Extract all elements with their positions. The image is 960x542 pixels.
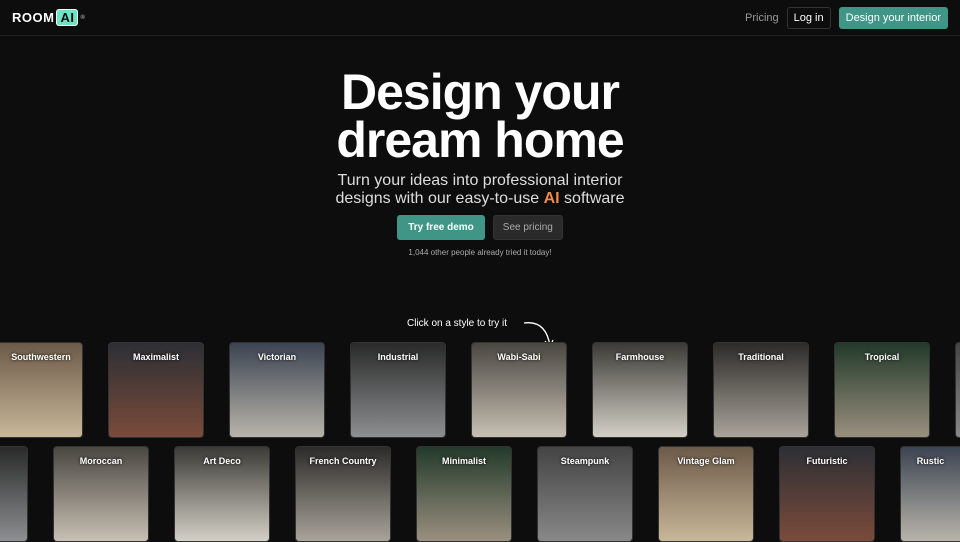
style-card[interactable]: Art Deco [174, 446, 270, 542]
style-card[interactable]: French Country [295, 446, 391, 542]
style-card[interactable] [955, 342, 960, 438]
style-card-label: Steampunk [560, 456, 610, 466]
style-card[interactable]: Maximalist [108, 342, 204, 438]
style-card-label: Minimalist [441, 456, 486, 466]
style-card-label: Art Deco [203, 456, 241, 466]
style-card-label: Vintage Glam [677, 456, 735, 466]
logo[interactable]: ROOM AI ® [12, 9, 85, 26]
login-button[interactable]: Log in [786, 6, 831, 29]
style-card-label: Rustic [916, 456, 945, 466]
style-card-label: Victorian [257, 352, 297, 362]
style-card[interactable]: Steampunk [537, 446, 633, 542]
subtitle: Turn your ideas into professional interi… [335, 172, 625, 207]
style-card[interactable]: Victorian [229, 342, 325, 438]
style-card[interactable]: Moroccan [53, 446, 149, 542]
style-card-label: Moroccan [79, 456, 123, 466]
style-card-label: Industrial [377, 352, 419, 362]
social-proof: 1,044 other people already tried it toda… [408, 248, 552, 257]
style-card-label: Farmhouse [615, 352, 665, 362]
try-demo-button[interactable]: Try free demo [397, 215, 485, 240]
style-card[interactable]: Farmhouse [592, 342, 688, 438]
style-card-label: Southwestern [11, 352, 71, 362]
style-card-label: Tropical [864, 352, 900, 362]
see-pricing-button[interactable]: See pricing [492, 215, 563, 240]
style-card[interactable]: Wabi-Sabi [471, 342, 567, 438]
page-title: Design your dream home [336, 64, 624, 168]
style-card[interactable]: Traditional [713, 342, 809, 438]
style-card[interactable]: Futuristic [779, 446, 875, 542]
style-card-label: Wabi-Sabi [497, 352, 541, 362]
style-card[interactable]: Vintage Glam [658, 446, 754, 542]
style-card-label: French Country [309, 456, 377, 466]
style-card[interactable]: Tropical [834, 342, 930, 438]
pricing-link[interactable]: Pricing [745, 12, 779, 24]
top-nav: ROOM AI ® Pricing Log in Design your inter… [0, 0, 960, 36]
style-card-label: Traditional [738, 352, 784, 362]
style-card[interactable]: Minimalist [416, 446, 512, 542]
style-card[interactable]: Rustic [900, 446, 960, 542]
style-card[interactable]: Industrial [350, 342, 446, 438]
style-card[interactable]: Southwestern [0, 342, 83, 438]
style-card-label: Maximalist [132, 352, 180, 362]
style-card[interactable] [0, 446, 28, 542]
style-hint: Click on a style to try it [407, 318, 508, 329]
design-interior-button[interactable]: Design your interior [838, 6, 948, 29]
style-card-label: Futuristic [806, 456, 848, 466]
